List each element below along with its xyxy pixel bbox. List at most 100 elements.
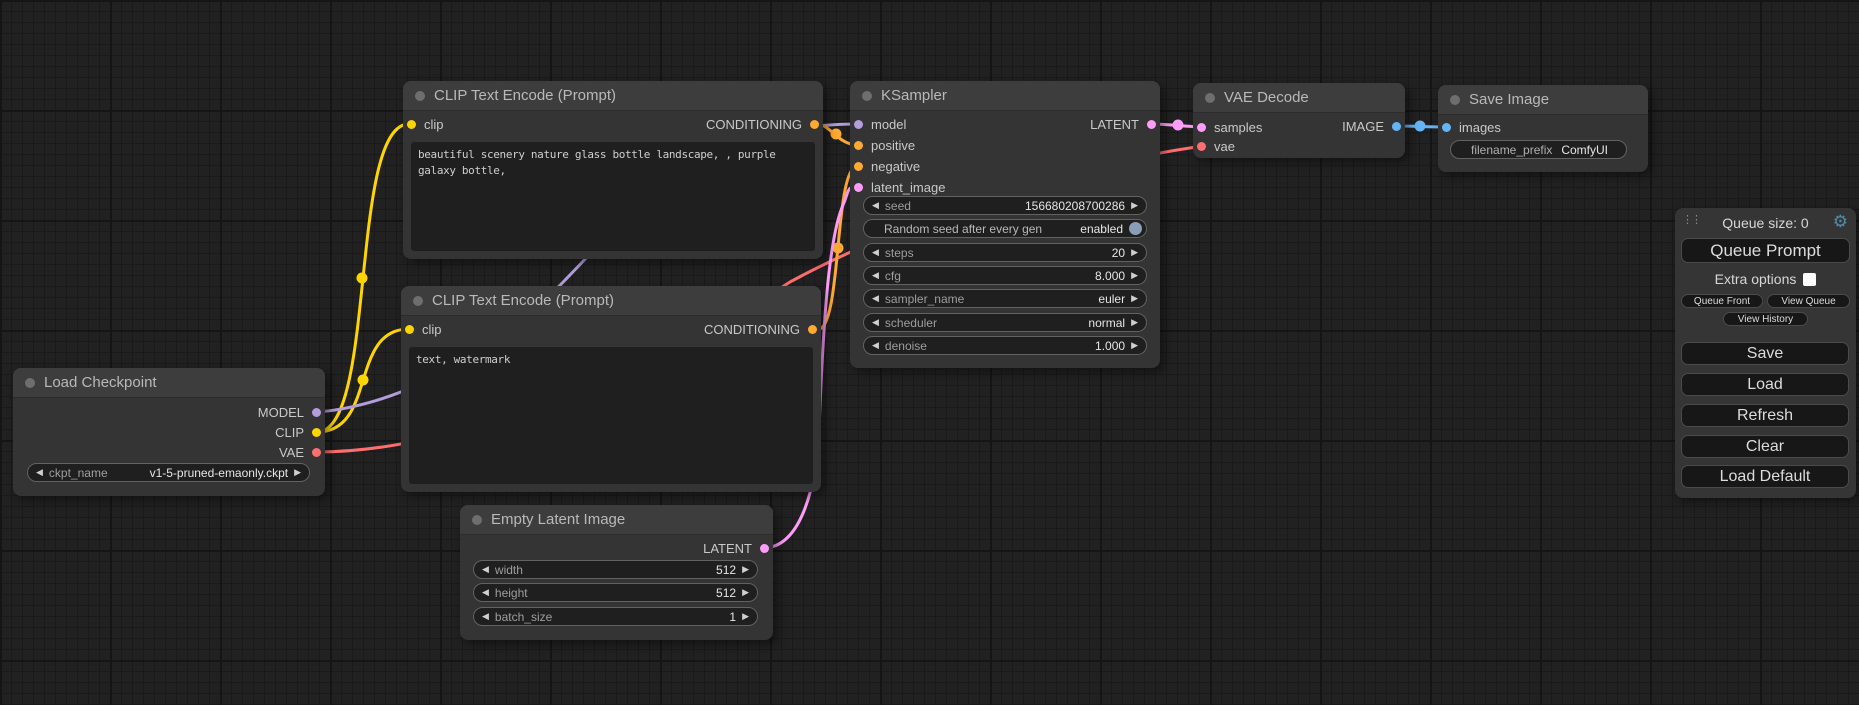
next-arrow-icon[interactable]: ▶: [294, 468, 301, 477]
view-history-button[interactable]: View History: [1723, 312, 1808, 326]
queue-menu-panel: ⋮⋮ Queue size: 0 ⚙ Queue Prompt Extra op…: [1675, 208, 1856, 498]
negative-input-port[interactable]: [854, 162, 863, 171]
collapse-dot-icon[interactable]: [472, 515, 482, 525]
collapse-dot-icon[interactable]: [25, 378, 35, 388]
node-load-checkpoint-titlebar[interactable]: Load Checkpoint: [13, 368, 325, 398]
save-button[interactable]: Save: [1681, 342, 1849, 365]
queue-size-label: Queue size: 0: [1675, 215, 1856, 231]
scheduler-widget[interactable]: ◀ scheduler normal ▶: [863, 313, 1147, 332]
cfg-widget[interactable]: ◀ cfg 8.000 ▶: [863, 266, 1147, 285]
widget-value: v1-5-pruned-emaonly.ckpt: [150, 466, 289, 480]
node-titlebar[interactable]: Empty Latent Image: [460, 505, 773, 535]
negative-prompt-text[interactable]: text, watermark: [409, 347, 813, 484]
latent-output-port[interactable]: [760, 544, 769, 553]
extra-options-label: Extra options: [1715, 271, 1797, 287]
refresh-button[interactable]: Refresh: [1681, 404, 1849, 427]
node-load-checkpoint[interactable]: Load Checkpoint MODEL CLIP VAE ◀ ckpt_na…: [13, 368, 325, 496]
ckpt-name-widget[interactable]: ◀ ckpt_name v1-5-pruned-emaonly.ckpt ▶: [27, 463, 310, 482]
node-clip-text-encode-positive[interactable]: CLIP Text Encode (Prompt) clip CONDITION…: [403, 81, 823, 259]
positive-input-port[interactable]: [854, 141, 863, 150]
node-title: CLIP Text Encode (Prompt): [434, 87, 616, 104]
clear-button[interactable]: Clear: [1681, 435, 1849, 458]
node-titlebar[interactable]: CLIP Text Encode (Prompt): [401, 286, 821, 316]
prev-arrow-icon[interactable]: ◀: [482, 612, 489, 621]
model-output-port[interactable]: [312, 408, 321, 417]
conditioning-output-port[interactable]: [808, 325, 817, 334]
vae-input-port[interactable]: [1197, 142, 1206, 151]
widget-label: sampler_name: [885, 292, 1092, 306]
clip-output-port[interactable]: [312, 428, 321, 437]
collapse-dot-icon[interactable]: [1450, 95, 1460, 105]
prev-arrow-icon[interactable]: ◀: [872, 201, 879, 210]
next-arrow-icon[interactable]: ▶: [1131, 271, 1138, 280]
denoise-widget[interactable]: ◀ denoise 1.000 ▶: [863, 336, 1147, 355]
next-arrow-icon[interactable]: ▶: [1131, 248, 1138, 257]
gear-icon[interactable]: ⚙: [1833, 212, 1848, 232]
collapse-dot-icon[interactable]: [862, 91, 872, 101]
node-empty-latent-image[interactable]: Empty Latent Image LATENT ◀ width 512 ▶ …: [460, 505, 773, 640]
prev-arrow-icon[interactable]: ◀: [872, 341, 879, 350]
widget-label: batch_size: [495, 610, 723, 624]
node-title: Empty Latent Image: [491, 511, 625, 528]
output-label-latent: LATENT: [703, 541, 752, 556]
collapse-dot-icon[interactable]: [1205, 93, 1215, 103]
node-titlebar[interactable]: VAE Decode: [1193, 83, 1405, 113]
next-arrow-icon[interactable]: ▶: [1131, 318, 1138, 327]
seed-widget[interactable]: ◀ seed 156680208700286 ▶: [863, 196, 1147, 215]
next-arrow-icon[interactable]: ▶: [1131, 201, 1138, 210]
extra-options-checkbox[interactable]: [1803, 273, 1816, 286]
node-titlebar[interactable]: Save Image: [1438, 85, 1648, 115]
load-button[interactable]: Load: [1681, 373, 1849, 396]
widget-label: height: [495, 586, 710, 600]
width-widget[interactable]: ◀ width 512 ▶: [473, 560, 758, 579]
node-ksampler[interactable]: KSampler model positive negative latent_…: [850, 81, 1160, 368]
node-title: CLIP Text Encode (Prompt): [432, 292, 614, 309]
batch-size-widget[interactable]: ◀ batch_size 1 ▶: [473, 607, 758, 626]
next-arrow-icon[interactable]: ▶: [742, 565, 749, 574]
wire-midpoint-dot: [358, 375, 369, 386]
collapse-dot-icon[interactable]: [415, 91, 425, 101]
prev-arrow-icon[interactable]: ◀: [872, 318, 879, 327]
toggle-knob-icon[interactable]: [1129, 222, 1142, 235]
prev-arrow-icon[interactable]: ◀: [872, 294, 879, 303]
widget-value: 156680208700286: [1025, 199, 1125, 213]
prev-arrow-icon[interactable]: ◀: [872, 248, 879, 257]
random-seed-toggle[interactable]: Random seed after every gen enabled: [863, 219, 1147, 238]
height-widget[interactable]: ◀ height 512 ▶: [473, 583, 758, 602]
prev-arrow-icon[interactable]: ◀: [872, 271, 879, 280]
latent-output-port[interactable]: [1147, 120, 1156, 129]
collapse-dot-icon[interactable]: [413, 296, 423, 306]
vae-output-port[interactable]: [312, 448, 321, 457]
node-titlebar[interactable]: CLIP Text Encode (Prompt): [403, 81, 823, 111]
prev-arrow-icon[interactable]: ◀: [482, 588, 489, 597]
wire-midpoint-dot: [831, 129, 842, 140]
node-graph-canvas[interactable]: Load Checkpoint MODEL CLIP VAE ◀ ckpt_na…: [0, 0, 1859, 705]
widget-value: 8.000: [1095, 269, 1125, 283]
next-arrow-icon[interactable]: ▶: [742, 612, 749, 621]
conditioning-output-port[interactable]: [810, 120, 819, 129]
next-arrow-icon[interactable]: ▶: [1131, 341, 1138, 350]
node-save-image[interactable]: Save Image images filename_prefix ComfyU…: [1438, 85, 1648, 172]
load-default-button[interactable]: Load Default: [1681, 465, 1849, 488]
view-queue-button[interactable]: View Queue: [1767, 294, 1850, 308]
sampler-name-widget[interactable]: ◀ sampler_name euler ▶: [863, 289, 1147, 308]
next-arrow-icon[interactable]: ▶: [742, 588, 749, 597]
latent-image-input-port[interactable]: [854, 183, 863, 192]
node-clip-text-encode-negative[interactable]: CLIP Text Encode (Prompt) clip CONDITION…: [401, 286, 821, 492]
positive-prompt-text[interactable]: beautiful scenery nature glass bottle la…: [411, 142, 815, 251]
queue-prompt-button[interactable]: Queue Prompt: [1681, 238, 1850, 263]
output-label-latent: LATENT: [1090, 117, 1139, 132]
filename-prefix-widget[interactable]: filename_prefix ComfyUI: [1450, 140, 1627, 159]
widget-value: normal: [1088, 316, 1125, 330]
queue-front-button[interactable]: Queue Front: [1681, 294, 1763, 308]
next-arrow-icon[interactable]: ▶: [1131, 294, 1138, 303]
node-titlebar[interactable]: KSampler: [850, 81, 1160, 111]
node-vae-decode[interactable]: VAE Decode samples vae IMAGE: [1193, 83, 1405, 158]
images-input-port[interactable]: [1442, 123, 1451, 132]
prev-arrow-icon[interactable]: ◀: [36, 468, 43, 477]
input-label-positive: positive: [871, 138, 915, 153]
wire-midpoint-dot: [1173, 120, 1184, 131]
image-output-port[interactable]: [1392, 122, 1401, 131]
prev-arrow-icon[interactable]: ◀: [482, 565, 489, 574]
steps-widget[interactable]: ◀ steps 20 ▶: [863, 243, 1147, 262]
